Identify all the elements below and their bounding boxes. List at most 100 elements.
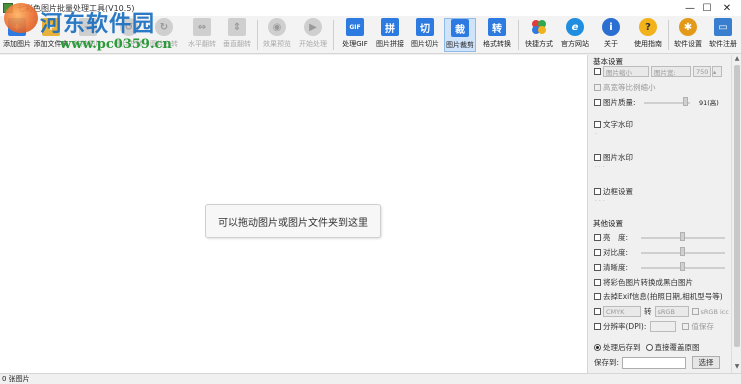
about-button[interactable]: i 关于: [598, 18, 624, 52]
brightness-label: 亮 度:: [603, 233, 629, 242]
keep-ratio-checkbox[interactable]: [594, 84, 601, 91]
register-label: 软件注册: [709, 40, 737, 48]
start-icon: ▶: [304, 18, 322, 36]
lossless-checkbox[interactable]: [682, 323, 690, 330]
about-icon: i: [602, 18, 620, 36]
source-profile-select[interactable]: CMYK: [603, 306, 641, 317]
stitch-label: 图片拼接: [376, 40, 404, 48]
about-label: 关于: [604, 40, 618, 48]
image-watermark-placeholder: ···: [595, 164, 607, 171]
settings-button[interactable]: ✱ 软件设置: [671, 18, 705, 52]
settings-icon: ✱: [679, 18, 697, 36]
browse-button[interactable]: 选择: [692, 356, 721, 369]
dpi-input[interactable]: [650, 321, 677, 332]
target-profile-select[interactable]: sRGB: [654, 306, 689, 317]
quality-slider-thumb[interactable]: [683, 97, 688, 106]
width-value-field[interactable]: 750: [693, 66, 711, 77]
help-button[interactable]: ? 使用指南: [631, 18, 665, 52]
icc-checkbox[interactable]: [691, 308, 699, 315]
shortcut-icon: [530, 18, 548, 36]
crop-icon: 裁: [451, 19, 469, 37]
brightness-checkbox[interactable]: [594, 234, 601, 241]
website-icon: e: [566, 18, 584, 36]
image-drop-area[interactable]: 可以拖动图片或图片文件夹到这里: [0, 55, 588, 373]
gif-button[interactable]: GIF 处理GIF: [339, 18, 371, 52]
lossless-label: 值保存: [691, 322, 714, 331]
flip-vertical-button[interactable]: ⇕ 垂直翻转: [221, 18, 253, 52]
slice-button[interactable]: 切 图片切片: [409, 18, 441, 52]
text-watermark-placeholder: ·: [595, 131, 599, 138]
quality-value: 91(高): [699, 99, 719, 107]
text-watermark-checkbox[interactable]: [594, 121, 601, 128]
image-watermark-checkbox[interactable]: [594, 154, 601, 161]
start-label: 开始处理: [299, 40, 327, 48]
sharpness-label: 清晰度:: [603, 263, 629, 272]
watermark-logo: [4, 3, 38, 33]
save-path-input[interactable]: [622, 356, 687, 369]
toolbar-separator: [333, 20, 334, 50]
contrast-checkbox[interactable]: [594, 249, 601, 256]
preview-button[interactable]: ◉ 效果预览: [261, 18, 293, 52]
color-profile-checkbox[interactable]: [594, 308, 601, 315]
dimension-select[interactable]: 图片宽:: [651, 66, 691, 77]
watermark-title: 河东软件园: [40, 11, 156, 37]
resize-mode-select[interactable]: 图片缩小: [603, 66, 649, 77]
settings-panel: 基本设置 图片缩小 图片宽: 750 ▴ 高宽等比例缩小 图片质量: 91(高)…: [589, 55, 730, 373]
start-button[interactable]: ▶ 开始处理: [297, 18, 329, 52]
stitch-button[interactable]: 拼 图片拼接: [374, 18, 406, 52]
shortcut-button[interactable]: 快捷方式: [522, 18, 556, 52]
contrast-slider-thumb[interactable]: [680, 247, 685, 256]
flip-horizontal-button[interactable]: ⇔ 水平翻转: [186, 18, 218, 52]
save-path-row: 保存到: 选择: [594, 356, 721, 369]
website-button[interactable]: e 官方网站: [558, 18, 592, 52]
image-watermark-label: 图片水印: [603, 153, 633, 162]
quality-label: 图片质量:: [603, 98, 636, 107]
contrast-row: 对比度:: [594, 247, 628, 258]
convert-to-label: 转: [644, 307, 652, 316]
slice-label: 图片切片: [411, 40, 439, 48]
toolbar-separator: [518, 20, 519, 50]
save-to-folder-radio[interactable]: [594, 344, 601, 351]
brightness-slider-thumb[interactable]: [680, 232, 685, 241]
resize-checkbox[interactable]: [594, 68, 601, 75]
gif-label: 处理GIF: [342, 40, 368, 48]
border-checkbox[interactable]: [594, 188, 601, 195]
preview-label: 效果预览: [263, 40, 291, 48]
flip-horizontal-label: 水平翻转: [188, 40, 216, 48]
crop-button[interactable]: 裁 图片裁剪: [444, 18, 476, 52]
convert-button[interactable]: 转 格式转换: [480, 18, 514, 52]
register-button[interactable]: ▭ 软件注册: [706, 18, 740, 52]
grayscale-checkbox[interactable]: [594, 279, 601, 286]
quality-row: 图片质量:: [594, 97, 636, 108]
overwrite-label: 直接覆盖原图: [654, 343, 700, 352]
watermark-url: www.pc0359.cn: [60, 37, 172, 52]
close-button[interactable]: ✕: [710, 0, 741, 16]
drop-hint: 可以拖动图片或图片文件夹到这里: [205, 204, 381, 238]
scroll-up-arrow-icon[interactable]: ▲: [732, 55, 741, 64]
scrollbar-thumb[interactable]: [734, 65, 740, 347]
quality-checkbox[interactable]: [594, 99, 601, 106]
text-watermark-row: 文字水印: [594, 119, 633, 130]
dpi-label: 分辨率(DPI):: [603, 322, 647, 331]
dpi-checkbox[interactable]: [594, 323, 601, 330]
add-image-label: 添加图片: [3, 40, 31, 48]
settings-label: 软件设置: [674, 40, 702, 48]
sharpness-checkbox[interactable]: [594, 264, 601, 271]
width-spinner[interactable]: ▴: [712, 66, 722, 77]
image-count-status: 0 张图片: [2, 375, 30, 383]
overwrite-radio[interactable]: [645, 344, 653, 351]
website-label: 官方网站: [561, 40, 589, 48]
other-settings-title: 其他设置: [593, 219, 623, 228]
color-profile-row: CMYK 转 sRGB sRGB icc: [594, 306, 729, 317]
remove-exif-checkbox[interactable]: [594, 293, 601, 300]
sharpness-slider-thumb[interactable]: [680, 262, 685, 271]
scroll-down-arrow-icon[interactable]: ▼: [732, 363, 741, 372]
panel-scrollbar[interactable]: ▲ ▼: [731, 55, 741, 373]
flip-horizontal-icon: ⇔: [193, 18, 211, 36]
crop-label: 图片裁剪: [446, 41, 474, 49]
save-path-label: 保存到:: [594, 358, 620, 367]
image-watermark-row: 图片水印: [594, 152, 633, 163]
flip-vertical-label: 垂直翻转: [223, 40, 251, 48]
toolbar-separator: [257, 20, 258, 50]
icc-label: sRGB icc: [700, 307, 729, 316]
